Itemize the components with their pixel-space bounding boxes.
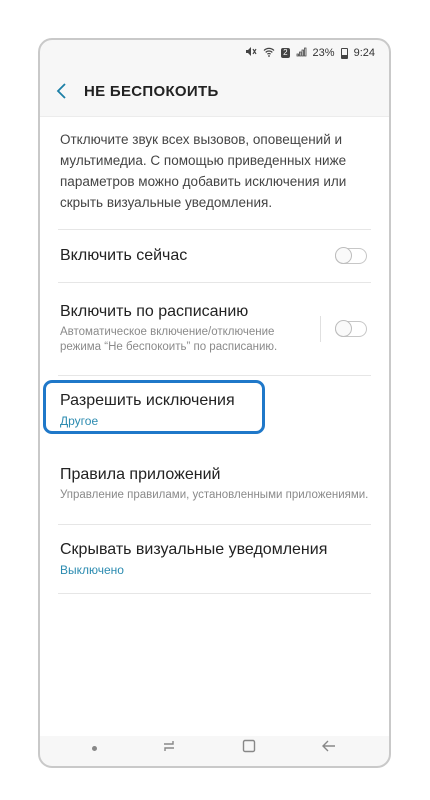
enable-now-toggle[interactable] — [335, 247, 367, 264]
setting-title: Правила приложений — [60, 465, 221, 483]
setting-subtitle: Автоматическое включение/отключение режи… — [60, 326, 278, 353]
back-arrow-icon[interactable] — [321, 739, 337, 758]
setting-schedule[interactable]: Включить по расписанию Автоматическое вк… — [40, 283, 389, 375]
setting-subtitle: Управление правилами, установленными при… — [60, 488, 369, 501]
clock: 9:24 — [353, 47, 375, 59]
setting-value: Выключено — [60, 563, 124, 577]
divider — [58, 593, 371, 594]
setting-hide-visual[interactable]: Скрывать визуальные уведомления Выключен… — [40, 525, 389, 593]
signal-icon — [296, 47, 307, 60]
schedule-toggle[interactable] — [335, 320, 367, 337]
wifi-icon — [263, 47, 275, 60]
chevron-left-icon[interactable] — [40, 66, 84, 116]
mute-icon — [245, 46, 257, 60]
battery-icon — [340, 47, 348, 59]
navigation-bar — [40, 730, 389, 766]
intro-text: Отключите звук всех вызовов, оповещений … — [60, 132, 347, 210]
sim-badge: 2 — [281, 48, 290, 58]
setting-title: Включить сейчас — [60, 247, 188, 264]
setting-value: Другое — [60, 414, 99, 428]
setting-app-rules[interactable]: Правила приложений Управление правилами,… — [40, 444, 389, 524]
setting-enable-now[interactable]: Включить сейчас — [40, 230, 389, 282]
settings-list: Отключите звук всех вызовов, оповещений … — [40, 116, 389, 736]
battery-percent: 23% — [312, 47, 335, 59]
page-title: НЕ БЕСПОКОИТЬ — [84, 82, 219, 100]
phone-frame: 2 23% 9:24 НЕ БЕСПОКОИТЬ Отключите звук … — [38, 38, 391, 768]
recents-icon[interactable] — [161, 739, 177, 758]
setting-title: Включить по расписанию — [60, 303, 249, 320]
setting-title: Разрешить исключения — [60, 392, 235, 409]
app-bar: НЕ БЕСПОКОИТЬ — [40, 66, 389, 116]
separator — [320, 316, 321, 342]
status-bar: 2 23% 9:24 — [40, 40, 389, 66]
home-icon[interactable] — [241, 739, 257, 758]
setting-title: Скрывать визуальные уведомления — [60, 541, 328, 558]
nav-dot-icon[interactable] — [92, 745, 97, 751]
setting-allow-exceptions[interactable]: Разрешить исключения Другое — [40, 376, 389, 444]
